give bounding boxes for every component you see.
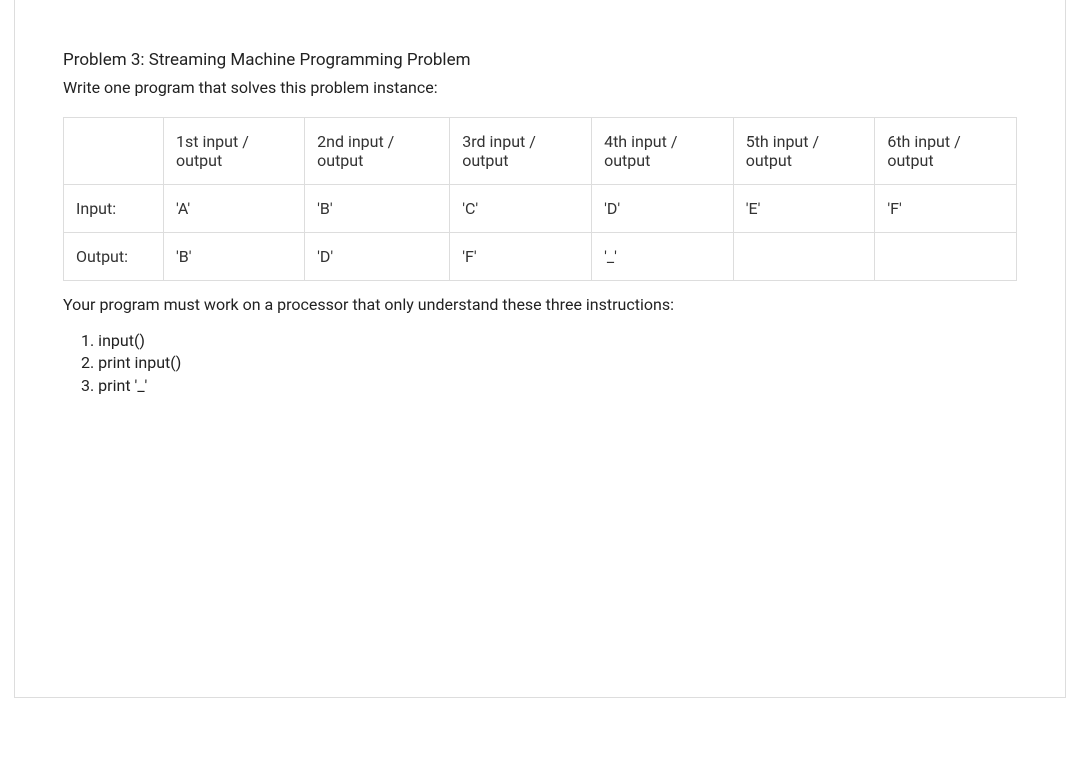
- table-row: Output: 'B' 'D' 'F' '_': [64, 233, 1017, 281]
- instruction-item-3: 3. print '_': [81, 375, 1017, 397]
- header-col3: 3rd input / output: [450, 118, 592, 185]
- input-cell-3: 'C': [450, 185, 592, 233]
- output-cell-2: 'D': [305, 233, 450, 281]
- table-header-row: 1st input / output 2nd input / output 3r…: [64, 118, 1017, 185]
- output-cell-6: [875, 233, 1017, 281]
- problem-instruction: Write one program that solves this probl…: [63, 78, 1017, 97]
- input-cell-5: 'E': [733, 185, 875, 233]
- after-table-text: Your program must work on a processor th…: [63, 295, 1017, 314]
- output-cell-5: [733, 233, 875, 281]
- input-cell-6: 'F': [875, 185, 1017, 233]
- instructions-list: 1. input() 2. print input() 3. print '_': [63, 330, 1017, 397]
- instruction-item-2: 2. print input(): [81, 352, 1017, 374]
- output-cell-3: 'F': [450, 233, 592, 281]
- header-col5: 5th input / output: [733, 118, 875, 185]
- header-col6: 6th input / output: [875, 118, 1017, 185]
- header-col4: 4th input / output: [592, 118, 734, 185]
- input-cell-2: 'B': [305, 185, 450, 233]
- header-col1: 1st input / output: [164, 118, 305, 185]
- table-row: Input: 'A' 'B' 'C' 'D' 'E' 'F': [64, 185, 1017, 233]
- input-cell-1: 'A': [164, 185, 305, 233]
- header-blank: [64, 118, 164, 185]
- header-col2: 2nd input / output: [305, 118, 450, 185]
- problem-container: Problem 3: Streaming Machine Programming…: [14, 0, 1066, 698]
- output-cell-4: '_': [592, 233, 734, 281]
- output-cell-1: 'B': [164, 233, 305, 281]
- problem-title: Problem 3: Streaming Machine Programming…: [63, 50, 1017, 70]
- instruction-item-1: 1. input(): [81, 330, 1017, 352]
- input-cell-4: 'D': [592, 185, 734, 233]
- output-row-label: Output:: [64, 233, 164, 281]
- io-table: 1st input / output 2nd input / output 3r…: [63, 117, 1017, 281]
- input-row-label: Input:: [64, 185, 164, 233]
